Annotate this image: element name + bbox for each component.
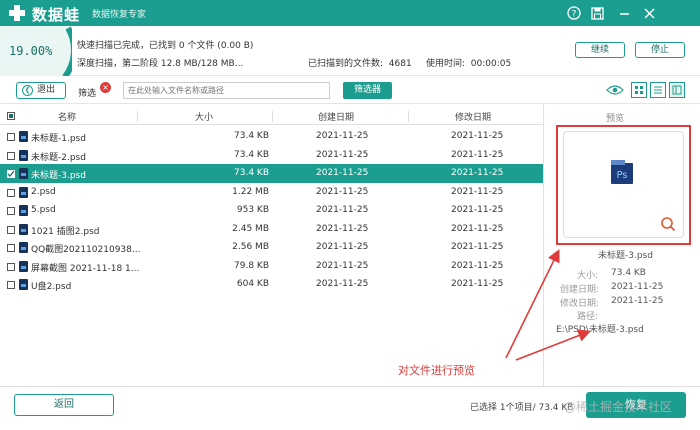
preview-annotation: 对文件进行预览 [398, 364, 475, 377]
selection-summary: 已选择 1个项目/ 73.4 KB [470, 403, 574, 413]
return-button[interactable]: 返回 [14, 394, 114, 416]
arrow-to-preview [505, 249, 560, 359]
annotation-arrows [505, 249, 591, 361]
arrow-to-path [515, 329, 591, 361]
watermark: @稀土掘金技术社区 [564, 400, 673, 414]
